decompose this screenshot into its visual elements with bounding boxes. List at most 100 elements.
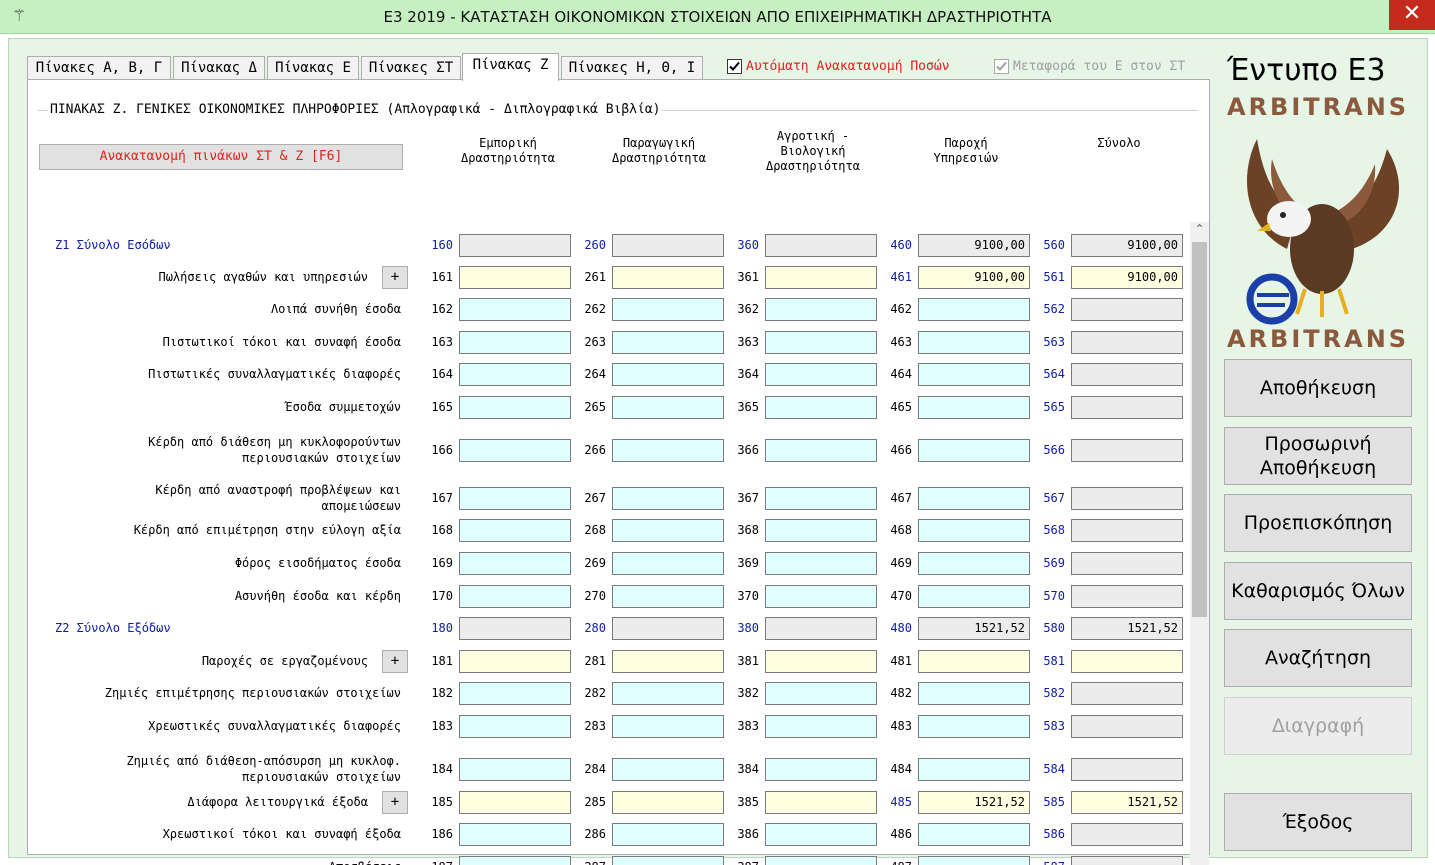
amount-field-production[interactable] (612, 856, 724, 865)
expand-plus-button[interactable]: + (382, 650, 408, 673)
expand-plus-button[interactable]: + (382, 266, 408, 289)
amount-field-agricultural[interactable] (765, 519, 877, 542)
amount-field-agricultural[interactable] (765, 823, 877, 846)
amount-field-services[interactable] (918, 487, 1030, 510)
exit-button[interactable]: Έξοδος (1224, 793, 1412, 851)
scroll-thumb[interactable] (1192, 242, 1207, 617)
amount-field-services[interactable] (918, 856, 1030, 865)
amount-field-agricultural[interactable] (765, 715, 877, 738)
amount-field-production[interactable] (612, 823, 724, 846)
amount-field-commercial[interactable] (459, 585, 571, 608)
amount-field-services[interactable] (918, 331, 1030, 354)
amount-field-commercial[interactable] (459, 487, 571, 510)
field-code: 465 (890, 400, 912, 414)
amount-field-services[interactable] (918, 439, 1030, 462)
redistribute-button[interactable]: Ανακατανομή πινάκων ΣΤ & Ζ [F6] (39, 144, 403, 170)
amount-field-total: 1521,52 (1071, 617, 1183, 640)
preview-button[interactable]: Προεπισκόπηση (1224, 494, 1412, 552)
amount-field-services[interactable] (918, 585, 1030, 608)
amount-field-commercial[interactable] (459, 298, 571, 321)
amount-field-agricultural[interactable] (765, 363, 877, 386)
field-code: 283 (584, 719, 606, 733)
amount-field-services[interactable] (918, 552, 1030, 575)
tab-tables-h-th-i[interactable]: Πίνακες Η, Θ, Ι (561, 56, 703, 80)
amount-field-services[interactable] (918, 758, 1030, 781)
field-code: 370 (737, 589, 759, 603)
field-code: 560 (1043, 238, 1065, 252)
amount-field-commercial[interactable] (459, 519, 571, 542)
tab-tables-st[interactable]: Πίνακες ΣΤ (361, 56, 461, 80)
vertical-scrollbar[interactable]: ⌃ ⌄ (1190, 222, 1209, 865)
temporary-save-button[interactable]: Προσωρινή Αποθήκευση (1224, 427, 1412, 485)
amount-field-production[interactable] (612, 519, 724, 542)
amount-field-commercial[interactable] (459, 682, 571, 705)
scroll-up-arrow-icon[interactable]: ⌃ (1190, 222, 1209, 239)
amount-field-commercial[interactable] (459, 439, 571, 462)
field-code: 466 (890, 443, 912, 457)
field-code: 486 (890, 827, 912, 841)
row-label: Κέρδη από αναστροφή προβλέψεων και απομει… (155, 483, 401, 513)
close-button[interactable]: ✕ (1389, 0, 1435, 30)
field-code: 484 (890, 762, 912, 776)
amount-field-production[interactable] (612, 396, 724, 419)
amount-field-commercial[interactable] (459, 552, 571, 575)
field-code: 364 (737, 367, 759, 381)
expand-plus-button[interactable]: + (382, 791, 408, 814)
amount-field-commercial[interactable] (459, 331, 571, 354)
amount-field-commercial[interactable] (459, 363, 571, 386)
amount-field-commercial[interactable] (459, 396, 571, 419)
amount-field-commercial[interactable] (459, 715, 571, 738)
auto-redistribution-option[interactable]: Αυτόματη Ανακατανομή Ποσών (727, 59, 950, 77)
amount-field-production[interactable] (612, 487, 724, 510)
amount-field-production[interactable] (612, 363, 724, 386)
amount-field-agricultural[interactable] (765, 331, 877, 354)
amount-field-agricultural[interactable] (765, 682, 877, 705)
amount-field-production[interactable] (612, 331, 724, 354)
field-code: 565 (1043, 400, 1065, 414)
field-code: 582 (1043, 686, 1065, 700)
amount-field-production[interactable] (612, 439, 724, 462)
amount-field-commercial[interactable] (459, 823, 571, 846)
amount-field-production[interactable] (612, 682, 724, 705)
amount-field-production[interactable] (612, 298, 724, 321)
amount-field-total (1071, 298, 1183, 321)
amount-field-production[interactable] (612, 552, 724, 575)
save-button[interactable]: Αποθήκευση (1224, 359, 1412, 417)
column-header-production: Παραγωγική Δραστηριότητα (612, 136, 706, 165)
amount-field-production[interactable] (612, 758, 724, 781)
delete-button: Διαγραφή (1224, 697, 1412, 755)
tab-table-e[interactable]: Πίνακας Ε (267, 56, 359, 80)
amount-field-agricultural[interactable] (765, 439, 877, 462)
amount-field-agricultural[interactable] (765, 487, 877, 510)
amount-field-production[interactable] (612, 715, 724, 738)
amount-field-services[interactable] (918, 823, 1030, 846)
auto-redistribution-checkbox[interactable] (727, 59, 742, 74)
field-code: 286 (584, 827, 606, 841)
amount-field-agricultural[interactable] (765, 552, 877, 575)
window-title: E3 2019 - ΚΑΤΑΣΤΑΣΗ ΟΙΚΟΝΟΜΙΚΩΝ ΣΤΟΙΧΕΙΩ… (383, 8, 1052, 26)
amount-field-production[interactable] (612, 585, 724, 608)
search-button[interactable]: Αναζήτηση (1224, 629, 1412, 687)
tab-tables-a-b-c[interactable]: Πίνακες Α, Β, Γ (27, 56, 171, 80)
amount-field-commercial[interactable] (459, 856, 571, 865)
amount-field-services[interactable] (918, 396, 1030, 419)
amount-field-agricultural[interactable] (765, 758, 877, 781)
amount-field-agricultural[interactable] (765, 298, 877, 321)
amount-field-services[interactable] (918, 682, 1030, 705)
amount-field-agricultural[interactable] (765, 396, 877, 419)
scroll-down-arrow-icon[interactable]: ⌄ (1190, 860, 1209, 865)
amount-field-agricultural[interactable] (765, 856, 877, 865)
amount-field-services[interactable] (918, 715, 1030, 738)
field-code: 182 (431, 686, 453, 700)
amount-field-commercial[interactable] (459, 758, 571, 781)
field-code: 569 (1043, 556, 1065, 570)
amount-field-services[interactable] (918, 519, 1030, 542)
tab-table-z[interactable]: Πίνακας Ζ (462, 53, 559, 81)
amount-field-agricultural[interactable] (765, 585, 877, 608)
clear-all-button[interactable]: Καθαρισμός Όλων (1224, 562, 1412, 620)
tab-table-d[interactable]: Πίνακας Δ (173, 56, 265, 80)
amount-field-services[interactable] (918, 298, 1030, 321)
field-code: 363 (737, 335, 759, 349)
amount-field-services[interactable] (918, 363, 1030, 386)
field-code: 262 (584, 302, 606, 316)
